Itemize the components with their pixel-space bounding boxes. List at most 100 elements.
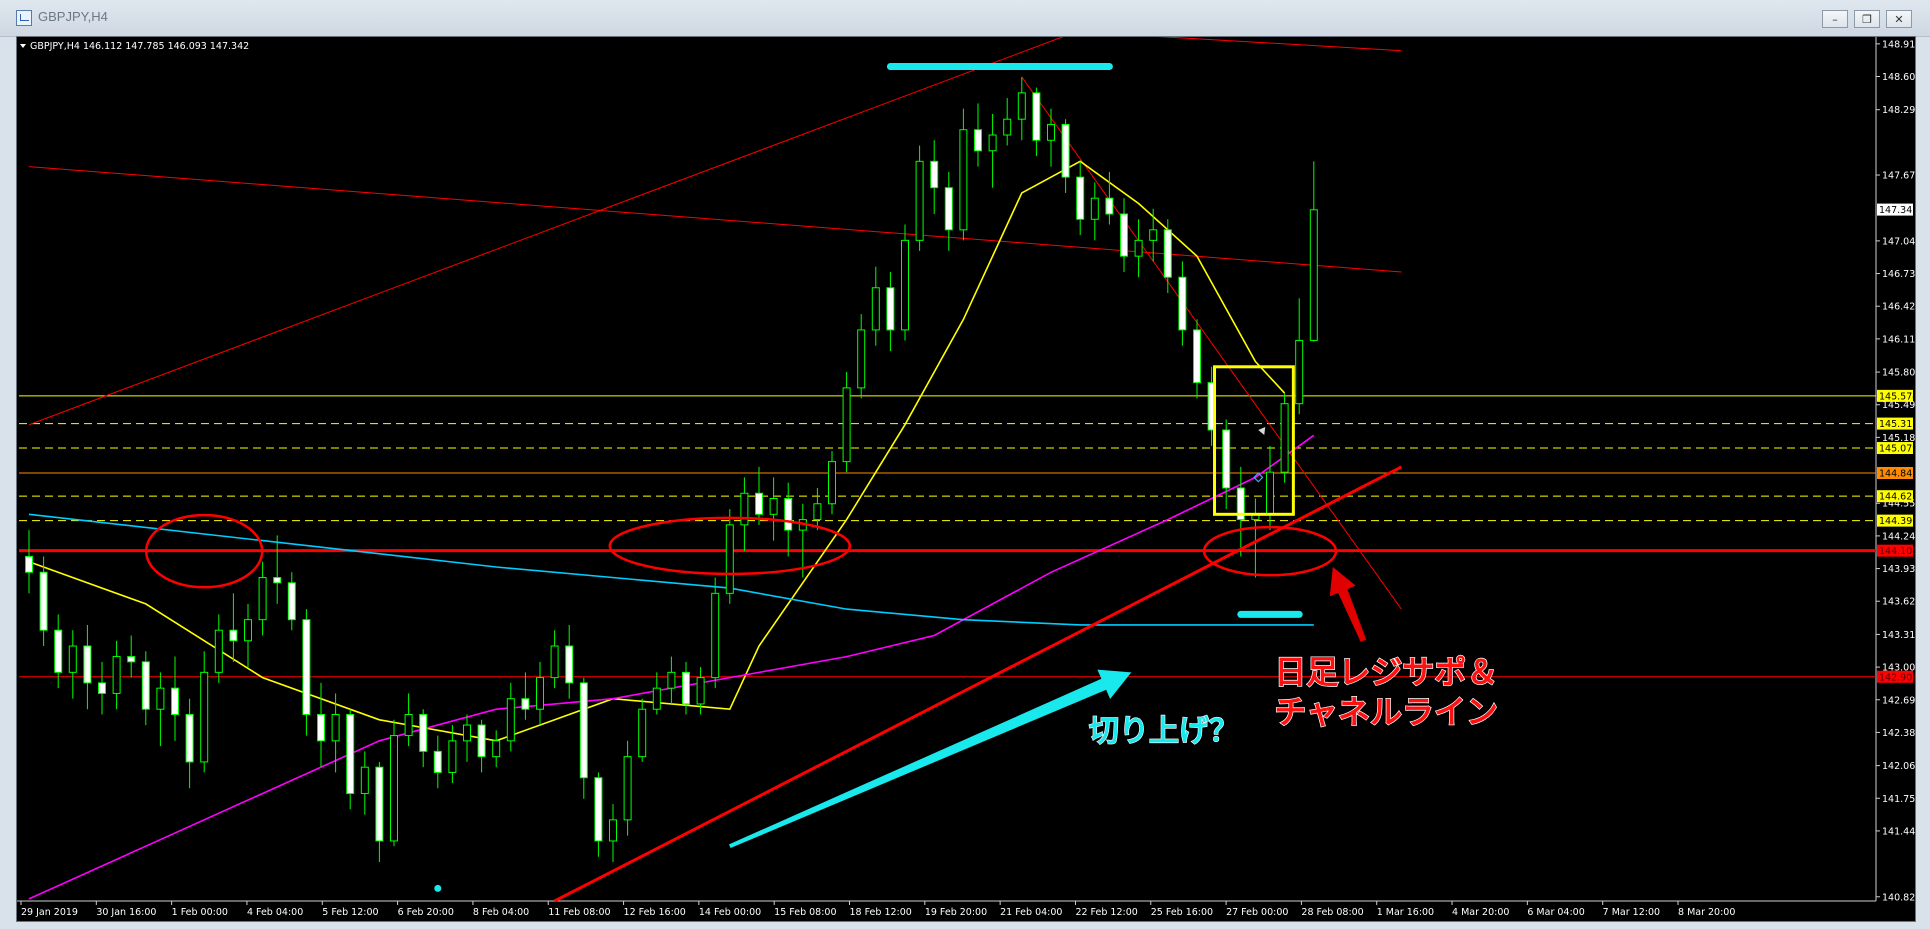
price-tick-label: 146.115 [1882, 334, 1915, 345]
close-button[interactable]: ✕ [1886, 10, 1912, 28]
candle-body [68, 645, 77, 673]
candle-body [1090, 197, 1099, 220]
price-tick-label: 147.670 [1882, 171, 1915, 182]
candle-body [1134, 239, 1143, 257]
time-tick-label: 27 Feb 00:00 [1226, 907, 1288, 918]
price-tick-label: 143.935 [1882, 564, 1915, 575]
candle-body [1163, 229, 1172, 278]
trendline [28, 37, 1064, 426]
price-label-text: 145.079 [1879, 444, 1915, 455]
candle-body [886, 287, 895, 331]
candle-body [200, 671, 209, 763]
time-tick-label: 19 Feb 20:00 [925, 907, 987, 918]
candle-body [740, 492, 749, 526]
time-tick-label: 8 Feb 04:00 [473, 907, 529, 918]
candle-body [448, 740, 457, 773]
candle-body [638, 708, 647, 758]
support-arrow [1329, 567, 1367, 642]
candle-body [871, 287, 880, 331]
candle-body [667, 671, 676, 689]
window-titlebar[interactable]: GBPJPY,H4 – ❐ ✕ [0, 0, 1930, 37]
candle-body [842, 387, 851, 463]
time-tick-label: 7 Mar 12:00 [1603, 907, 1660, 918]
candle-body [784, 498, 793, 531]
candle-body [1309, 209, 1318, 341]
price-tick-label: 148.915 [1882, 39, 1915, 50]
price-tick-label: 142.690 [1882, 695, 1915, 706]
time-tick-label: 21 Feb 04:00 [1000, 907, 1062, 918]
candle-body [769, 498, 778, 515]
chart-window-icon [16, 10, 32, 26]
price-label-text: 145.311 [1879, 419, 1915, 430]
trendline [1021, 76, 1402, 610]
terminal-window: GBPJPY,H4 – ❐ ✕ 切り上げ？ 日足レジサポ＆ チャネルライン GBPJP… [0, 0, 1930, 929]
candle-body [1295, 339, 1304, 405]
candle-body [1047, 123, 1055, 141]
candle-body [652, 687, 661, 710]
candle-body [302, 619, 311, 716]
candle-body [609, 819, 617, 842]
candle-body [185, 714, 194, 763]
price-label-text: 142.908 [1879, 672, 1915, 683]
time-tick-label: 28 Feb 08:00 [1301, 907, 1363, 918]
annotation-support-channel: チャネルライン [1274, 693, 1498, 731]
price-tick-label: 145.800 [1882, 368, 1915, 379]
price-tick-label: 143.310 [1882, 630, 1915, 641]
price-label-text: 144.390 [1879, 516, 1915, 527]
restore-button[interactable]: ❐ [1854, 10, 1880, 28]
candle-body [959, 129, 968, 231]
candle-body [857, 329, 866, 389]
time-tick-label: 1 Feb 00:00 [172, 907, 228, 918]
candle-body [229, 629, 238, 642]
higher-low-arrow [729, 669, 1132, 848]
time-tick-label: 1 Mar 16:00 [1377, 907, 1434, 918]
candle-body [813, 503, 822, 521]
price-label-text: 144.842 [1879, 469, 1915, 480]
candle-body [171, 687, 179, 716]
price-tick-label: 144.245 [1882, 531, 1915, 542]
price-label-text: 144.105 [1879, 546, 1915, 557]
chart-area[interactable]: 切り上げ？ 日足レジサポ＆ チャネルライン GBPJPY,H4 146.112 147… [16, 36, 1916, 922]
candle-body [565, 645, 574, 684]
minimize-button[interactable]: – [1822, 10, 1848, 28]
price-tick-label: 147.045 [1882, 236, 1915, 247]
candle-body [536, 677, 544, 710]
candle-body [433, 750, 442, 773]
candle-body [1105, 197, 1114, 215]
price-chart[interactable]: 切り上げ？ 日足レジサポ＆チャネルライン GBPJPY,H4 146.112 147… [17, 37, 1915, 921]
candle-body [477, 724, 486, 758]
minimize-icon: – [1832, 12, 1838, 26]
price-tick-label: 148.605 [1882, 72, 1915, 83]
time-tick-label: 14 Feb 00:00 [699, 907, 761, 918]
candle-body [711, 592, 720, 679]
candle-body [1178, 276, 1187, 331]
candle-body [725, 524, 734, 594]
price-label-text: 147.342 [1879, 205, 1915, 216]
candle-body [214, 629, 223, 673]
time-tick-label: 18 Feb 12:00 [850, 907, 912, 918]
time-tick-label: 6 Mar 04:00 [1527, 907, 1584, 918]
candle-body [112, 656, 121, 694]
price-label-text: 145.574 [1879, 391, 1915, 402]
candle-body [390, 735, 398, 842]
restore-icon: ❐ [1862, 12, 1872, 26]
candle-body [375, 766, 384, 842]
price-tick-label: 140.820 [1882, 892, 1915, 903]
candle-body [346, 714, 355, 795]
candle-body [828, 461, 836, 505]
candle-body [1266, 471, 1274, 515]
candle-body [974, 129, 982, 152]
time-tick-label: 29 Jan 2019 [21, 907, 78, 918]
symbol-dropdown-icon [20, 44, 26, 48]
time-tick-label: 11 Feb 08:00 [548, 907, 610, 918]
candle-body [1061, 123, 1070, 178]
candle-body [1222, 429, 1231, 489]
cursor-marker [1258, 427, 1266, 436]
price-tick-label: 142.065 [1882, 761, 1915, 772]
time-tick-label: 30 Jan 16:00 [96, 907, 156, 918]
candle-body [54, 629, 63, 673]
candle-body [463, 724, 471, 742]
candle-body [915, 160, 924, 241]
candle-body [944, 187, 953, 231]
candle-body [696, 677, 705, 705]
